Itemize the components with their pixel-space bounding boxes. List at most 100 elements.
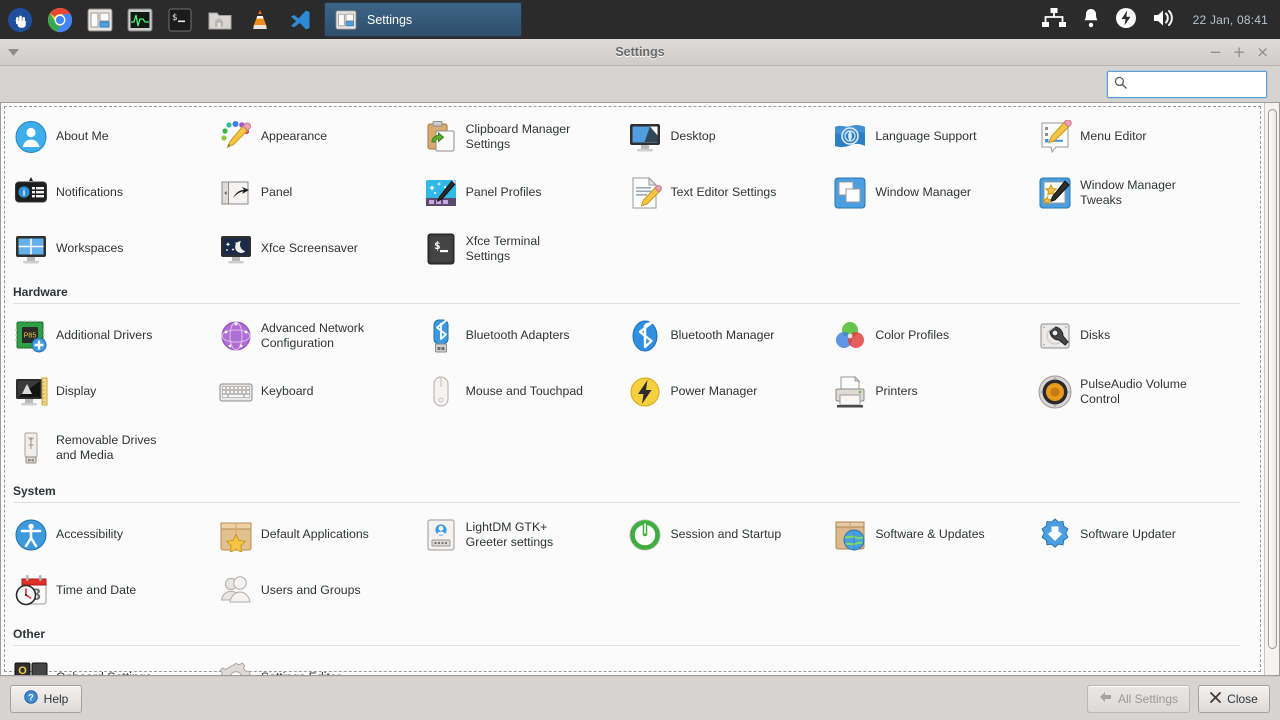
- settings-item-window-manager[interactable]: Window Manager: [828, 165, 1033, 221]
- settings-item-session-and-startup[interactable]: Session and Startup: [623, 507, 828, 563]
- settings-item-mouse-and-touchpad[interactable]: Mouse and Touchpad: [419, 364, 624, 420]
- search-input[interactable]: [1132, 77, 1280, 91]
- group-title-hardware: Hardware: [13, 285, 68, 299]
- window-manager-icon: [832, 175, 868, 211]
- settings-item-panel-profiles[interactable]: Panel Profiles: [419, 165, 624, 221]
- whisker-menu-icon[interactable]: [0, 0, 40, 39]
- settings-item-power-manager[interactable]: Power Manager: [623, 364, 828, 420]
- settings-item-users-and-groups[interactable]: Users and Groups: [214, 563, 419, 619]
- terminal-icon[interactable]: $: [160, 0, 200, 39]
- settings-item-label: Menu Editor: [1080, 129, 1147, 144]
- file-manager-icon[interactable]: [200, 0, 240, 39]
- notifications-icon: i: [13, 175, 49, 211]
- settings-item-menu-editor[interactable]: Menu Editor: [1033, 109, 1238, 165]
- all-settings-button-label: All Settings: [1117, 691, 1178, 706]
- settings-item-label: Desktop: [670, 129, 716, 144]
- vscode-icon[interactable]: [280, 0, 320, 39]
- accessibility-icon: [13, 517, 49, 553]
- settings-item-accessibility[interactable]: Accessibility: [9, 507, 214, 563]
- power-bolt-icon[interactable]: [1115, 7, 1137, 32]
- panel-profiles-icon: [423, 175, 459, 211]
- users-groups-icon: [218, 573, 254, 609]
- settings-item-language-support[interactable]: Language Support: [828, 109, 1033, 165]
- settings-item-onboard-settings[interactable]: O Onboard Settings: [9, 650, 214, 675]
- settings-item-lightdm-gtk-greeter-settings[interactable]: LightDM GTK+ Greeter settings: [419, 507, 624, 563]
- panel-icon: [218, 175, 254, 211]
- settings-item-label: Workspaces: [56, 241, 124, 256]
- settings-item-desktop[interactable]: Desktop: [623, 109, 828, 165]
- settings-item-label: Users and Groups: [260, 583, 361, 598]
- settings-item-text-editor-settings[interactable]: Text Editor Settings: [623, 165, 828, 221]
- vertical-scrollbar[interactable]: [1264, 103, 1279, 675]
- network-icon[interactable]: [1041, 7, 1067, 32]
- settings-item-label: Software Updater: [1080, 527, 1176, 542]
- settings-item-bluetooth-adapters[interactable]: Bluetooth Adapters: [419, 308, 624, 364]
- window-menu-icon[interactable]: [0, 39, 26, 66]
- display-icon: [13, 374, 49, 410]
- settings-item-label: Xfce Screensaver: [260, 241, 358, 256]
- settings-item-additional-drivers[interactable]: P85 Additional Drivers: [9, 308, 214, 364]
- group-grid-system: Accessibility Default Applications LightDM…: [1, 507, 1246, 621]
- settings-item-window-manager-tweaks[interactable]: Window Manager Tweaks: [1033, 165, 1238, 221]
- settings-item-label: Window Manager: [875, 185, 972, 200]
- settings-item-display[interactable]: Display: [9, 364, 214, 420]
- window-title: Settings: [615, 45, 665, 59]
- system-monitor-icon[interactable]: [120, 0, 160, 39]
- search-row: [0, 66, 1280, 102]
- bluetooth-adapter-icon: [423, 318, 459, 354]
- task-button-settings[interactable]: Settings: [324, 2, 522, 37]
- all-settings-button[interactable]: All Settings: [1086, 684, 1190, 713]
- settings-item-color-profiles[interactable]: Color Profiles: [828, 308, 1033, 364]
- settings-item-label: Notifications: [56, 185, 123, 200]
- settings-item-xfce-terminal-settings[interactable]: $ Xfce Terminal Settings: [419, 221, 624, 277]
- settings-item-notifications[interactable]: i Notifications: [9, 165, 214, 221]
- settings-manager-icon[interactable]: [80, 0, 120, 39]
- back-arrow-icon: [1099, 691, 1112, 706]
- software-updater-icon: [1037, 517, 1073, 553]
- volume-icon[interactable]: [1151, 7, 1179, 32]
- settings-item-settings-editor[interactable]: Settings Editor: [214, 650, 419, 675]
- notification-bell-icon[interactable]: [1081, 7, 1101, 32]
- search-box[interactable]: [1107, 70, 1280, 98]
- settings-item-printers[interactable]: Printers: [828, 364, 1033, 420]
- settings-item-software-updater[interactable]: Software Updater: [1033, 507, 1238, 563]
- settings-item-label: Accessibility: [56, 527, 123, 542]
- settings-item-time-and-date[interactable]: 8 Time and Date: [9, 563, 214, 619]
- settings-item-clipboard-manager-settings[interactable]: Clipboard Manager Settings: [419, 109, 624, 165]
- settings-item-software-updates[interactable]: Software & Updates: [828, 507, 1033, 563]
- terminal-settings-icon: $: [423, 231, 459, 267]
- chrome-icon[interactable]: [40, 0, 80, 39]
- svg-text:?: ?: [28, 692, 34, 702]
- settings-item-label: Onboard Settings: [56, 670, 152, 675]
- minimize-button[interactable]: −: [1209, 44, 1222, 60]
- settings-item-disks[interactable]: Disks: [1033, 308, 1238, 364]
- bluetooth-manager-icon: [627, 318, 663, 354]
- scrollbar-thumb[interactable]: [1268, 109, 1277, 649]
- clock[interactable]: 22 Jan, 08:41: [1193, 13, 1268, 27]
- group-grid-personal: About Me Appearance Clipboard Manager Sett…: [1, 109, 1246, 279]
- settings-item-workspaces[interactable]: Workspaces: [9, 221, 214, 277]
- vlc-icon[interactable]: [240, 0, 280, 39]
- settings-item-removable-drives-and-media[interactable]: Removable Drives and Media: [9, 420, 214, 476]
- settings-item-pulseaudio-volume-control[interactable]: PulseAudio Volume Control: [1033, 364, 1238, 420]
- settings-item-default-applications[interactable]: Default Applications: [214, 507, 419, 563]
- settings-item-about-me[interactable]: About Me: [9, 109, 214, 165]
- menu-editor-icon: [1037, 119, 1073, 155]
- close-button[interactable]: Close: [1198, 684, 1270, 713]
- settings-item-keyboard[interactable]: Keyboard: [214, 364, 419, 420]
- settings-item-panel[interactable]: Panel: [214, 165, 419, 221]
- settings-item-label: LightDM GTK+ Greeter settings: [465, 519, 554, 549]
- settings-scroll-area[interactable]: About Me Appearance Clipboard Manager Sett…: [1, 103, 1264, 675]
- maximize-button[interactable]: +: [1233, 44, 1246, 60]
- settings-item-appearance[interactable]: Appearance: [214, 109, 419, 165]
- settings-item-advanced-network-configuration[interactable]: Advanced Network Configuration: [214, 308, 419, 364]
- settings-item-label: Disks: [1080, 328, 1111, 343]
- close-window-button[interactable]: ×: [1256, 44, 1269, 60]
- help-icon: ?: [23, 690, 38, 707]
- settings-item-xfce-screensaver[interactable]: Xfce Screensaver: [214, 221, 419, 277]
- settings-item-label: Color Profiles: [875, 328, 950, 343]
- settings-item-label: Printers: [875, 384, 918, 399]
- disks-icon: [1037, 318, 1073, 354]
- help-button[interactable]: ? Help: [10, 684, 82, 713]
- settings-item-bluetooth-manager[interactable]: Bluetooth Manager: [623, 308, 828, 364]
